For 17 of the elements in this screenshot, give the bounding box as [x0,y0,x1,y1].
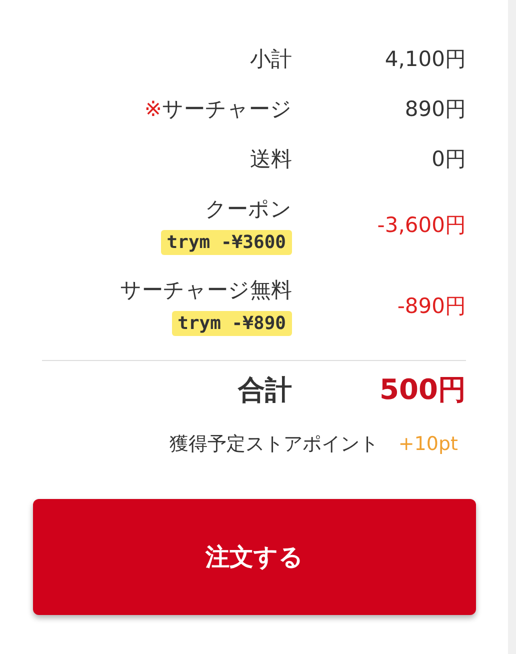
total-label: 合計 [236,374,292,408]
summary-label: 小計 [250,46,292,73]
order-button[interactable]: 注文する [33,499,476,615]
summary-label: ※サーチャージ [144,96,292,123]
total-amount: 500円 [378,372,466,408]
summary-label: サーチャージ無料 [120,277,292,304]
coupon-code-tag: trym -¥3600 [160,230,292,255]
summary-amount: 890円 [404,96,466,123]
points-amount: +10pt [398,433,458,455]
points-label: 獲得予定ストアポイント [169,432,378,457]
summary-amount: -890円 [396,292,466,320]
coupon-code-tag: trym -¥890 [172,311,292,336]
summary-label: 送料 [250,146,292,173]
summary-amount: -3,600円 [376,212,466,238]
summary-amount: 0円 [430,146,466,173]
summary-amount: 4,100円 [384,46,466,73]
summary-label: クーポン [205,196,292,223]
